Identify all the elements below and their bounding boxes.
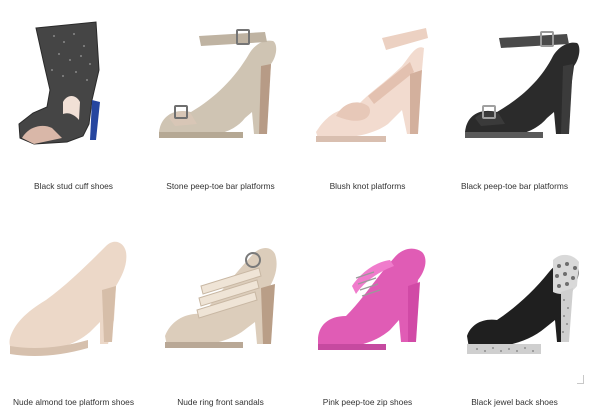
product-name[interactable]: Nude almond toe platform shoes bbox=[0, 397, 147, 407]
product-name[interactable]: Pink peep-toe zip shoes bbox=[294, 397, 441, 407]
product-card[interactable]: Nude almond toe platform shoes bbox=[0, 208, 147, 408]
product-card[interactable]: Nude ring front sandals bbox=[147, 208, 294, 408]
product-card[interactable]: Black stud cuff shoes bbox=[0, 0, 147, 200]
product-name[interactable]: Stone peep-toe bar platforms bbox=[147, 181, 294, 191]
pink-peep-toe-zip-shoe-image[interactable] bbox=[298, 216, 437, 366]
nude-almond-toe-shoe-image[interactable] bbox=[4, 216, 143, 366]
product-card[interactable]: Stone peep-toe bar platforms bbox=[147, 0, 294, 200]
black-jewel-back-shoe-image[interactable] bbox=[445, 216, 584, 366]
corner-mark bbox=[577, 375, 584, 384]
product-name[interactable]: Black stud cuff shoes bbox=[0, 181, 147, 191]
product-name[interactable]: Black peep-toe bar platforms bbox=[441, 181, 588, 191]
nude-ring-front-sandal-image[interactable] bbox=[151, 216, 290, 366]
blush-knot-platform-image[interactable] bbox=[298, 8, 437, 158]
product-grid: Black stud cuff shoes Stone peep-toe bar… bbox=[0, 0, 590, 416]
product-name[interactable]: Nude ring front sandals bbox=[147, 397, 294, 407]
product-card[interactable]: Black jewel back shoes bbox=[441, 208, 588, 408]
stone-peep-toe-platform-image[interactable] bbox=[151, 8, 290, 158]
product-card[interactable]: Pink peep-toe zip shoes bbox=[294, 208, 441, 408]
black-peep-toe-platform-image[interactable] bbox=[445, 8, 584, 158]
black-stud-cuff-shoe-image[interactable] bbox=[4, 8, 143, 158]
product-name[interactable]: Blush knot platforms bbox=[294, 181, 441, 191]
product-name[interactable]: Black jewel back shoes bbox=[441, 397, 588, 407]
product-card[interactable]: Black peep-toe bar platforms bbox=[441, 0, 588, 200]
product-card[interactable]: Blush knot platforms bbox=[294, 0, 441, 200]
